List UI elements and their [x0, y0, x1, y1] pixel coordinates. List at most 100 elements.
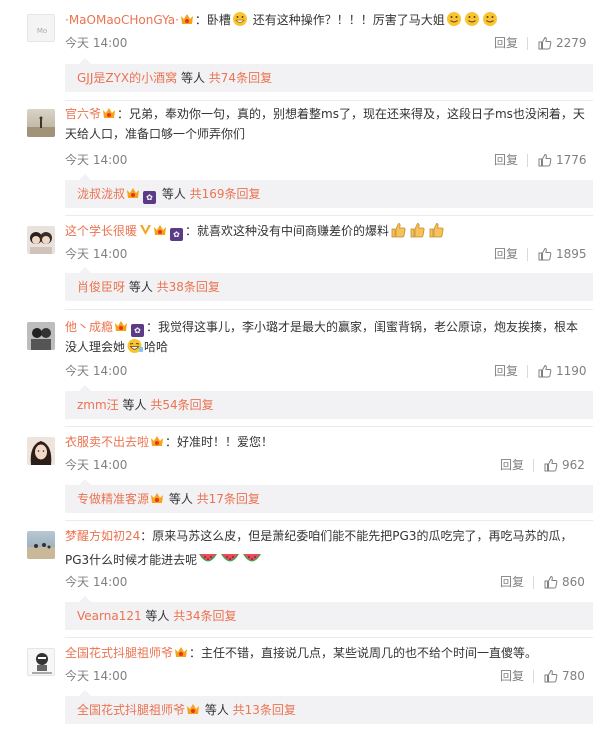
like-button[interactable]: 780 [544, 667, 585, 685]
sub-reply-summary[interactable]: 泷叔泷叔 ✿ 等人 共169条回复 [65, 174, 593, 208]
avatar[interactable] [27, 437, 55, 465]
divider [533, 670, 534, 683]
comment-time: 今天 14:00 [65, 575, 128, 589]
divider [65, 520, 593, 521]
comment-time: 今天 14:00 [65, 458, 128, 472]
vip-badge-icon [180, 13, 194, 25]
avatar[interactable] [27, 226, 55, 254]
sub-reply-summary[interactable]: 肖俊臣呀 等人 共38条回复 [65, 267, 593, 301]
divider [65, 100, 593, 101]
comment-text: 梦醒方如初24：原来马苏这么皮，但是萧纪委咱们能不能先把PG3的瓜吃完了，再吃马… [65, 529, 573, 543]
verified-v-icon [139, 223, 152, 235]
reply-button[interactable]: 回复 [494, 151, 518, 169]
vip-badge-icon [150, 435, 164, 447]
member-badge-icon: ✿ [143, 191, 157, 204]
like-button[interactable]: 2279 [538, 34, 587, 52]
comment-text-line2: 没人理会她 哈哈 [65, 338, 593, 360]
divider [527, 248, 528, 261]
sub-reply-user[interactable]: Vearna121 [77, 609, 142, 623]
like-button[interactable]: 1895 [538, 245, 587, 263]
sub-reply-count-link[interactable]: 共74条回复 [209, 71, 272, 85]
sub-reply-summary[interactable]: zmm汪 等人 共54条回复 [65, 385, 593, 419]
member-badge-icon: ✿ [170, 228, 184, 241]
thumbs-up-emoji-icon [409, 222, 426, 244]
watermelon-emoji-icon [198, 551, 218, 573]
comment-text: 衣服卖不出去啦 ：好准时！！爱您！ [65, 435, 274, 449]
reply-button[interactable]: 回复 [500, 456, 524, 474]
sub-reply-user[interactable]: 泷叔泷叔 [77, 187, 125, 201]
avatar[interactable] [27, 531, 55, 559]
comment-time: 今天 14:00 [65, 153, 128, 167]
comment-text: 这个学长很暖 ✿ ：就喜欢这种没有中间商赚差价的爆料 [65, 222, 593, 244]
like-button[interactable]: 962 [544, 456, 585, 474]
reply-button[interactable]: 回复 [500, 667, 524, 685]
comment-time: 今天 14:00 [65, 669, 128, 683]
comment-time: 今天 14:00 [65, 364, 128, 378]
thumbs-up-icon [544, 669, 558, 688]
comment-text: 官六爷 ：兄弟，奉劝你一句，真的，别想着整ms了，现在还来得及，这段日子ms也没闲… [65, 107, 585, 121]
username-link[interactable]: 梦醒方如初24 [65, 529, 140, 543]
comment-text: 全国花式抖腿祖师爷 ：主任不错，直接说几点，某些说周几的也不给个时间一直傻等。 [65, 646, 538, 660]
username-link[interactable]: 官六爷 [65, 107, 101, 121]
thumbs-up-icon [538, 247, 552, 266]
reply-button[interactable]: 回复 [500, 573, 524, 591]
sub-reply-summary[interactable]: 专做精准客源 等人 共17条回复 [65, 479, 593, 513]
username-link[interactable]: 衣服卖不出去啦 [65, 435, 149, 449]
sub-reply-user[interactable]: 专做精准客源 [77, 492, 149, 506]
divider [533, 576, 534, 589]
divider [533, 459, 534, 472]
vip-badge-icon [150, 492, 164, 504]
sub-reply-user[interactable]: GJJ是ZYX的小酒窝 [77, 71, 177, 85]
divider [527, 37, 528, 50]
sub-reply-count-link[interactable]: 共169条回复 [190, 187, 261, 201]
avatar[interactable] [27, 322, 55, 350]
svg-text:Mo: Mo [37, 27, 47, 35]
divider [65, 637, 593, 638]
avatar[interactable]: Mo [27, 14, 55, 42]
vip-badge-icon [153, 224, 167, 236]
like-button[interactable]: 1776 [538, 151, 587, 169]
sub-reply-count-link[interactable]: 共13条回复 [233, 703, 296, 717]
thumbs-up-icon [544, 575, 558, 594]
sub-reply-summary[interactable]: Vearna121 等人 共34条回复 [65, 596, 593, 630]
reply-button[interactable]: 回复 [494, 245, 518, 263]
sub-reply-count-link[interactable]: 共17条回复 [197, 492, 260, 506]
avatar[interactable] [27, 648, 55, 676]
username-link[interactable]: 他丶成瘾 [65, 320, 113, 334]
vip-badge-icon [186, 703, 200, 715]
comment-text-line2: 天给人口，准备口够一个师弄你们 [65, 127, 246, 141]
comment-text: ·MaOMaoCHonGYa· ：卧槽 还有这种操作？！！！厉害了马大姐 [65, 11, 593, 33]
username-link[interactable]: 这个学长很暖 [65, 224, 137, 238]
sub-reply-summary[interactable]: GJJ是ZYX的小酒窝 等人 共74条回复 [65, 58, 593, 92]
grin-emoji-icon [232, 11, 248, 33]
username-link[interactable]: 全国花式抖腿祖师爷 [65, 646, 173, 660]
sub-reply-count-link[interactable]: 共38条回复 [157, 280, 220, 294]
smile-emoji-icon [464, 11, 480, 33]
sub-reply-user[interactable]: 肖俊臣呀 [77, 280, 125, 294]
smile-emoji-icon [482, 11, 498, 33]
sub-reply-user[interactable]: zmm汪 [77, 398, 119, 412]
comment-time: 今天 14:00 [65, 36, 128, 50]
thumbs-up-icon [544, 458, 558, 477]
comment-text-line2: PG3什么时候才能进去呢 [65, 551, 593, 573]
comment-time: 今天 14:00 [65, 247, 128, 261]
like-button[interactable]: 1190 [538, 362, 587, 380]
reply-button[interactable]: 回复 [494, 34, 518, 52]
vip-badge-icon [126, 187, 140, 199]
smile-emoji-icon [446, 11, 462, 33]
divider [527, 365, 528, 378]
divider [527, 154, 528, 167]
sub-reply-summary[interactable]: 全国花式抖腿祖师爷 等人 共13条回复 [65, 690, 593, 724]
avatar[interactable] [27, 109, 55, 137]
thumbs-up-emoji-icon [390, 222, 407, 244]
watermelon-emoji-icon [220, 551, 240, 573]
sub-reply-count-link[interactable]: 共34条回复 [173, 609, 236, 623]
divider [65, 215, 593, 216]
username-link[interactable]: ·MaOMaoCHonGYa· [65, 13, 179, 27]
reply-button[interactable]: 回复 [494, 362, 518, 380]
like-button[interactable]: 860 [544, 573, 585, 591]
sub-reply-count-link[interactable]: 共54条回复 [150, 398, 213, 412]
sub-reply-user[interactable]: 全国花式抖腿祖师爷 [77, 703, 185, 717]
divider [65, 426, 593, 427]
comment-text: 他丶成瘾 ✿ ：我觉得这事儿，李小璐才是最大的赢家，闺蜜背锅，老公原谅，炮友挨揍，根… [65, 320, 579, 337]
